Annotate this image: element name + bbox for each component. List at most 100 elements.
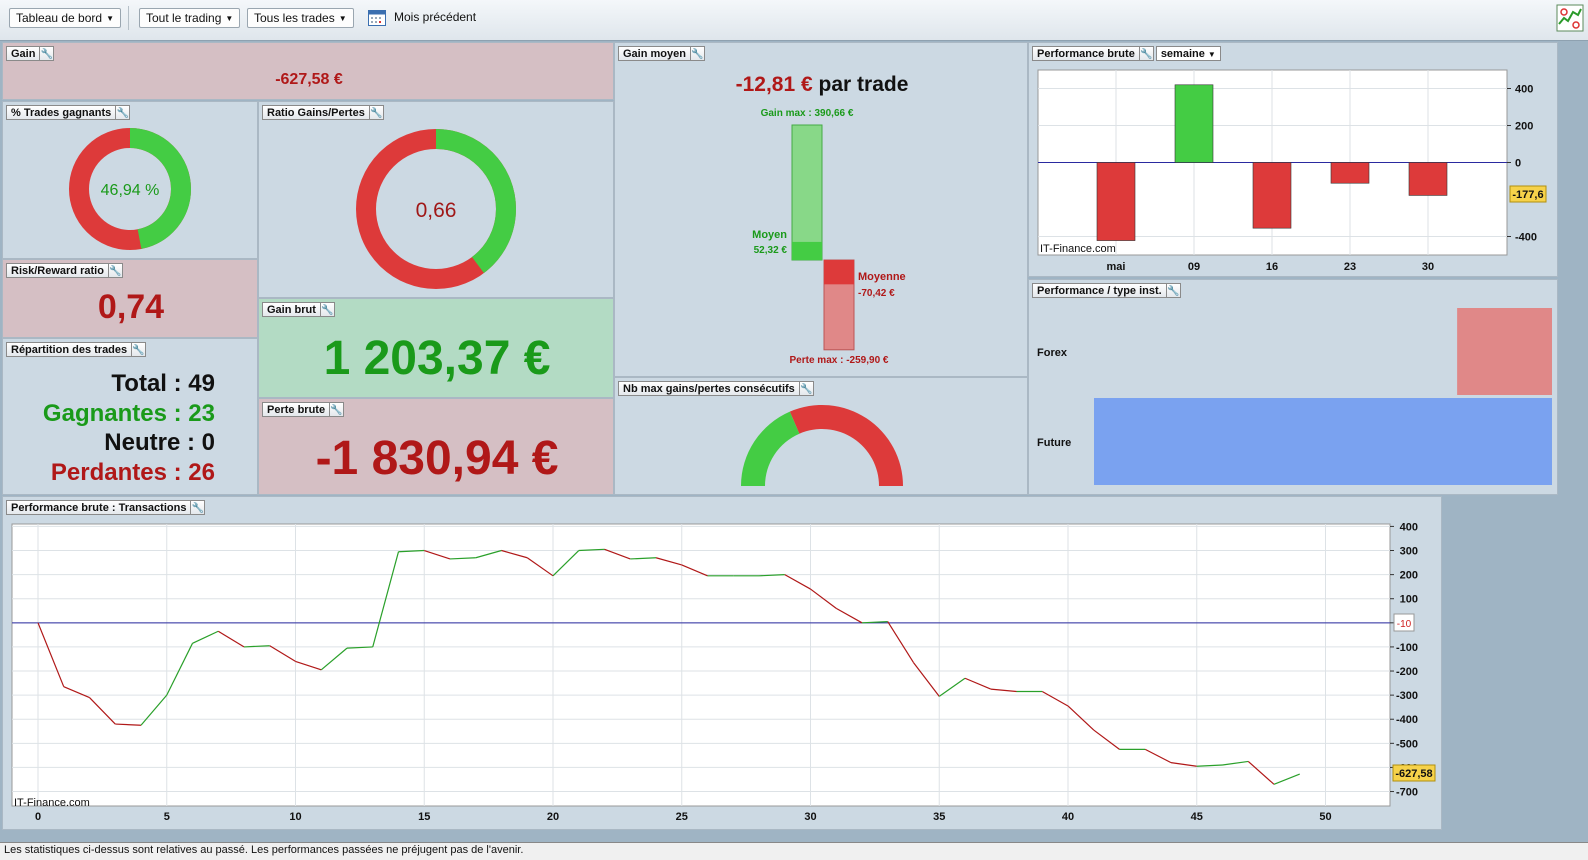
bar: [1408, 162, 1448, 196]
winning-row: Gagnantes : 23: [43, 399, 215, 429]
average-gain-panel: Gain moyen 🔧 -12,81 € par trade Gain max …: [614, 42, 1028, 377]
forex-label: Forex: [1037, 347, 1068, 359]
y-tick-label: -300: [1396, 690, 1418, 702]
bar: [1330, 162, 1370, 184]
x-tick-label: 10: [289, 811, 301, 823]
future-bar: [1094, 398, 1552, 485]
gain-panel: Gain 🔧 -627,58 €: [2, 42, 614, 100]
consecutive-gauge: [741, 405, 903, 486]
weekly-performance-panel: Performance brute 🔧 semaine ▼ 400 200 0 -400 …: [1028, 42, 1558, 277]
average-win-bar: [792, 241, 822, 260]
x-tick-label: 09: [1188, 261, 1200, 273]
bar: [1174, 84, 1214, 163]
panel-title[interactable]: Perte brute: [262, 402, 331, 417]
average-win-value: 52,32 €: [754, 245, 788, 256]
x-tick-label: 25: [676, 811, 688, 823]
watermark: IT-Finance.com: [14, 797, 90, 809]
wrench-icon[interactable]: 🔧: [108, 263, 123, 278]
gross-loss-panel: Perte brute 🔧 -1 830,94 €: [258, 398, 614, 495]
panel-title[interactable]: Gain: [6, 46, 41, 61]
average-win-label: Moyen: [752, 229, 787, 241]
chevron-down-icon: ▼: [106, 13, 114, 23]
repartition-list: Total : 49 Gagnantes : 23 Neutre : 0 Per…: [43, 369, 215, 487]
average-loss-label: Moyenne: [858, 271, 906, 283]
x-tick-label: 50: [1319, 811, 1331, 823]
period-label[interactable]: Mois précédent: [394, 10, 476, 24]
dashboard-dropdown-label: Tableau de bord: [16, 11, 103, 25]
gain-panel-header: Gain 🔧: [6, 46, 55, 61]
y-tick-label: 400: [1515, 84, 1533, 96]
x-tick-label: 0: [35, 811, 41, 823]
x-tick-label: 5: [164, 811, 170, 823]
ratio-panel: Ratio Gains/Pertes 🔧 0,66: [258, 101, 614, 298]
toolbar-separator: [128, 6, 129, 30]
wrench-icon[interactable]: 🔧: [132, 342, 147, 357]
trading-scope-dropdown[interactable]: Tout le trading ▼: [139, 8, 241, 28]
x-tick-label: 20: [547, 811, 559, 823]
x-tick-label: 23: [1344, 261, 1356, 273]
risk-reward-value: 0,74: [97, 288, 165, 326]
panel-title[interactable]: Risk/Reward ratio: [6, 263, 109, 278]
ratio-donut: 0,66: [356, 129, 516, 289]
transactions-panel: Performance brute : Transactions 🔧 400 300…: [2, 496, 1442, 830]
wrench-icon[interactable]: 🔧: [330, 402, 345, 417]
chevron-down-icon: ▼: [338, 13, 347, 23]
x-tick-label: 30: [804, 811, 816, 823]
instrument-panel: Performance / type inst. 🔧 Forex Future: [1028, 279, 1558, 495]
y-tick-label: 200: [1400, 570, 1418, 582]
x-tick-label: 40: [1062, 811, 1074, 823]
x-tick-label: 45: [1191, 811, 1203, 823]
win-rate-value: 46,94 %: [101, 182, 160, 199]
y-tick-label: -400: [1396, 714, 1418, 726]
y-tick-label: 0: [1515, 158, 1521, 170]
trades-filter-label: Tous les trades: [254, 11, 335, 25]
y-tick-label: -700: [1396, 787, 1418, 799]
instrument-bar-chart: Forex Future: [1037, 308, 1552, 485]
gauge-loss-segment: [789, 405, 903, 486]
gross-loss-value: -1 830,94 €: [315, 432, 559, 485]
weekly-bar-chart: 400 200 0 -400 mai 09 16 23 30 IT-Finance.com -…: [1037, 69, 1547, 273]
trading-scope-label: Tout le trading: [146, 11, 222, 25]
ratio-value: 0,66: [416, 199, 457, 222]
trades-filter-dropdown[interactable]: Tous les trades ▼: [247, 8, 354, 28]
x-axis-ticks: 0 5 10 15 20 25 30 35 40 45 50: [35, 811, 1332, 823]
plot-area: [11, 523, 1391, 807]
panel-title[interactable]: Répartition des trades: [6, 342, 133, 357]
winning-label: Gagnantes :: [42, 399, 182, 427]
x-tick-label: 16: [1266, 261, 1278, 273]
average-loss-value: -70,42 €: [858, 288, 895, 299]
performance-chart-icon[interactable]: [1556, 4, 1584, 32]
neutral-row: Neutre : 0: [43, 428, 215, 458]
gain-value: -627,58 €: [275, 71, 343, 88]
transactions-line-chart: 400300200100-100-200-300-400-500-600-700…: [11, 521, 1436, 823]
bar: [1096, 162, 1136, 241]
last-value-label: -627,58: [1395, 768, 1432, 780]
max-gain-bar: [791, 124, 823, 261]
repartition-panel: Répartition des trades 🔧 Total : 49 Gagna…: [2, 338, 258, 495]
y-axis-ticks: 400 200 0 -400: [1507, 84, 1537, 244]
last-value-label: -177,6: [1512, 189, 1543, 201]
y-tick-label: 200: [1515, 121, 1533, 133]
x-axis-ticks: mai 09 16 23 30: [1107, 261, 1435, 273]
losing-row: Perdantes : 26: [43, 458, 215, 488]
gross-gain-value: 1 203,37 €: [323, 332, 551, 385]
dashboard-dropdown[interactable]: Tableau de bord ▼: [9, 8, 121, 28]
repartition-panel-header: Répartition des trades 🔧: [6, 342, 147, 357]
panel-title[interactable]: Gain brut: [262, 302, 321, 317]
bar: [1252, 162, 1292, 229]
x-tick-label: 15: [418, 811, 430, 823]
toolbar: Tableau de bord ▼ Tout le trading ▼ Tous l…: [0, 0, 1588, 41]
losing-count: 26: [188, 458, 215, 486]
y-tick-label: 400: [1400, 521, 1418, 533]
calendar-icon[interactable]: [368, 9, 386, 26]
gross-loss-panel-header: Perte brute 🔧: [262, 402, 345, 417]
wrench-icon[interactable]: 🔧: [40, 46, 55, 61]
wrench-icon[interactable]: 🔧: [320, 302, 335, 317]
win-rate-panel: % Trades gagnants 🔧 46,94 %: [2, 101, 258, 259]
chevron-down-icon: ▼: [225, 13, 234, 23]
average-gain-chart: Gain max : 390,66 € Moyen 52,32 € Moyenn…: [752, 108, 906, 366]
neutral-count: 0: [201, 429, 215, 456]
y-axis-ticks: 400300200100-100-200-300-400-500-600-700: [1390, 521, 1418, 799]
total-label: Total :: [111, 370, 182, 397]
y-tick-label: -500: [1396, 738, 1418, 750]
